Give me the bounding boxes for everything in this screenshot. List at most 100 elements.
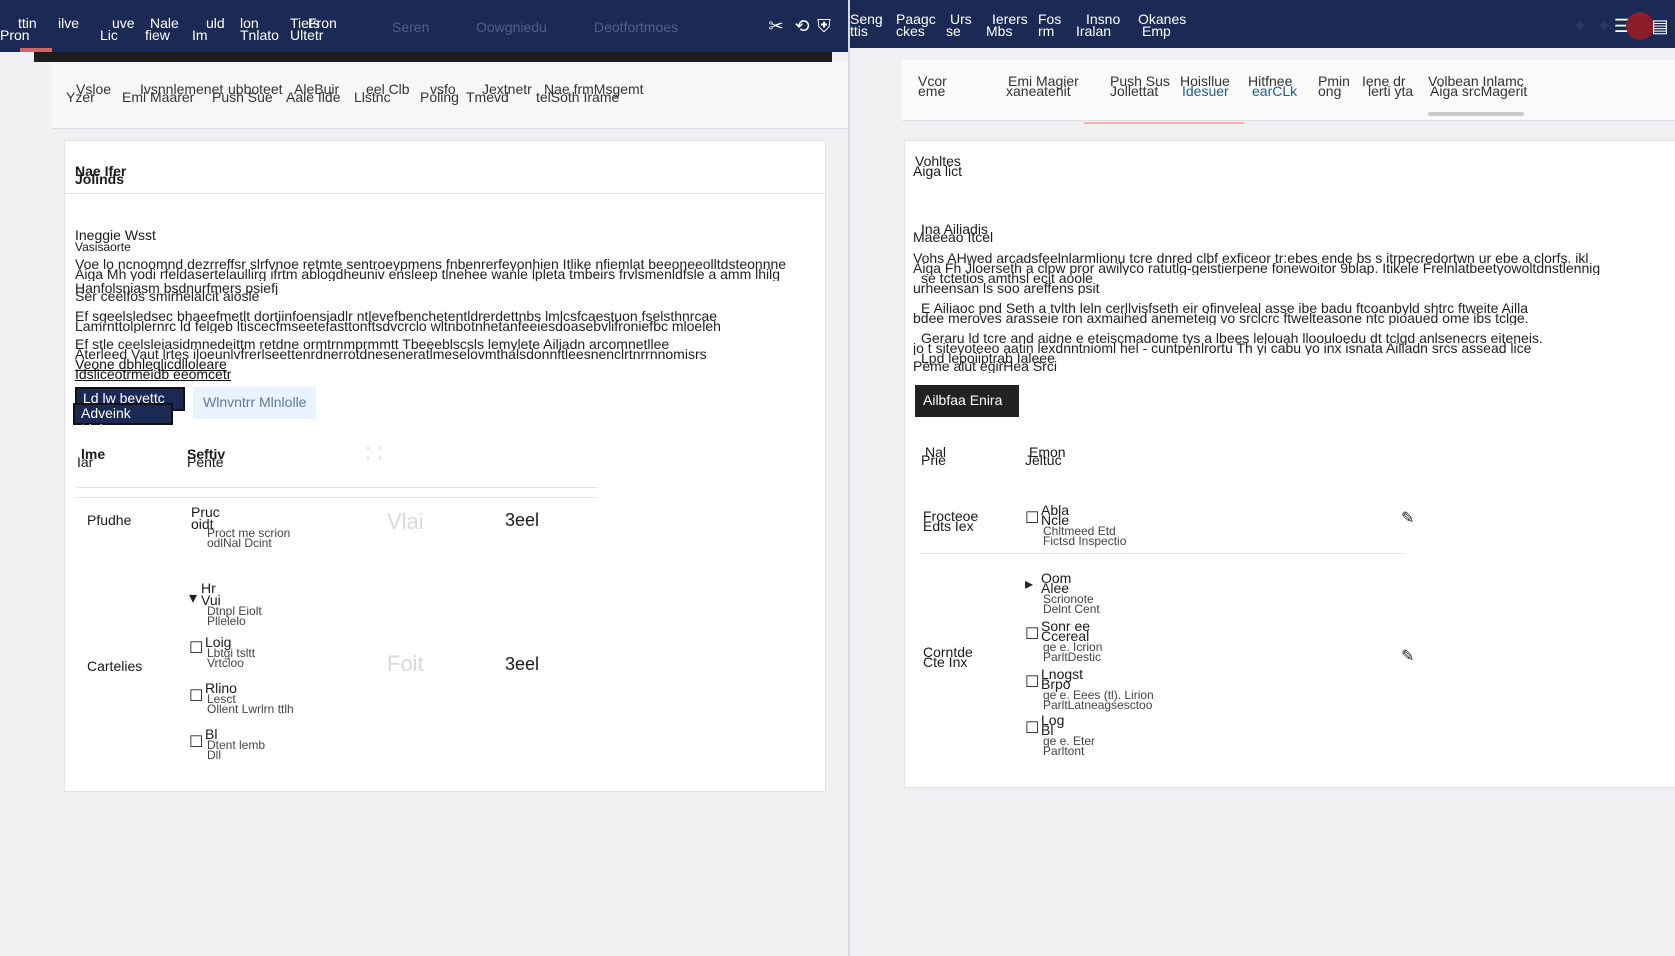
subnav-item[interactable]: Push Sue (212, 90, 273, 104)
checkbox-icon[interactable]: ☐ (1025, 721, 1039, 737)
table-divider (77, 497, 597, 498)
description-text: bdee meroves arasseie ron axmaihed aneme… (913, 311, 1529, 325)
active-tab-indicator (1084, 122, 1244, 124)
secondary-navigation: Vsloe Ivsnnlemenet ubboteet AleBuir eel … (52, 62, 848, 129)
edit-icon[interactable]: ✎ (1401, 649, 1414, 665)
subnav-item[interactable]: Llstnc (354, 90, 391, 104)
subnav-item[interactable]: Idesuer (1182, 84, 1229, 98)
item-desc: ParltLatneagsesctoo (1043, 698, 1153, 712)
row-name[interactable]: Cte Inx (923, 655, 967, 669)
subnav-item[interactable]: Aiga srcMagerit (1430, 84, 1527, 98)
nav-item[interactable]: se (946, 24, 961, 38)
row-name[interactable]: Edts Iex (923, 519, 974, 533)
primary-button-secondary-label[interactable]: Adveink Linbn (73, 403, 173, 437)
checkbox-icon[interactable]: ☐ (1025, 675, 1039, 691)
right-window: Seng ttis Paagc ckes Urs se Ierers Mbs F… (848, 0, 1675, 956)
nav-item[interactable]: ilve (58, 16, 79, 30)
item-desc: Delnt Cent (1043, 602, 1100, 616)
sub-item-desc: Vrtcloo (207, 656, 244, 670)
row-name[interactable]: Cartelies (87, 659, 142, 673)
card-subtitle: Aiga lict (913, 163, 963, 179)
subnav-item[interactable]: lerti yta (1368, 84, 1413, 98)
main-card: Nae Ifer Jolinds Ineggie Wsst Vasisaorte… (64, 140, 826, 792)
subnav-item[interactable]: Tmevd (466, 90, 509, 104)
inline-link[interactable]: Idsliceotrmeidb eeomcetr (75, 367, 231, 381)
checkbox-icon[interactable]: ☐ (1025, 511, 1039, 527)
nav-item[interactable]: ttis (850, 24, 868, 38)
nav-item[interactable]: ckes (896, 24, 925, 38)
description-text: urheensan ls soo areffens psit (913, 281, 1100, 295)
nav-item[interactable]: Iralan (1076, 24, 1111, 38)
nav-item[interactable]: Im (192, 28, 208, 42)
description-text: Ser ceelfos smirhelalcit aiosle (75, 289, 260, 303)
item-desc: Fictsd Inspectio (1043, 534, 1127, 548)
nav-item[interactable]: uld (206, 16, 225, 30)
inline-link[interactable]: Peme alut egirHea Srci (913, 359, 1057, 373)
table-header-divider (77, 487, 597, 488)
row-desc: Pllelelo (207, 614, 246, 628)
section-subtitle: Vasisaorte (75, 240, 131, 254)
secondary-button[interactable]: Wlnvntrr Mlnlolle (193, 387, 317, 419)
expand-icon[interactable]: ▾ (189, 591, 197, 607)
subnav-item[interactable]: Yzer (66, 90, 95, 104)
item-desc: Parltont (1043, 744, 1085, 758)
main-card: Vohltes Aiga lict Ina Ailiadis Maeeao It… (904, 140, 1675, 788)
tab-scroll-indicator[interactable] (1428, 112, 1524, 116)
calendar-icon[interactable]: ▤ (1650, 16, 1670, 36)
top-navigation-bar: Seng ttis Paagc ckes Urs se Ierers Mbs F… (850, 0, 1675, 48)
subnav-item[interactable]: xaneatenit (1006, 84, 1071, 98)
subnav-item[interactable]: Aale Ilde (286, 90, 340, 104)
column-header-product: Pente (187, 454, 224, 470)
row-value: Foit (387, 651, 424, 676)
nav-item[interactable]: Lic (100, 28, 118, 42)
share-icon[interactable]: ⟲ (792, 16, 812, 36)
checkbox-icon[interactable]: ☐ (1025, 627, 1039, 643)
subnav-item[interactable]: Eml Maarer (122, 90, 194, 104)
row-version[interactable]: 3eel (505, 511, 539, 529)
row-name[interactable]: Pfudhe (87, 513, 131, 527)
expand-icon[interactable]: ▸ (1025, 577, 1033, 593)
checkbox-icon[interactable]: ☐ (189, 735, 203, 751)
nav-item[interactable]: Tnlato (240, 28, 279, 42)
subnav-item[interactable]: earCLk (1252, 84, 1297, 98)
subnav-item[interactable]: ong (1318, 84, 1341, 98)
row-value: Vlai (387, 509, 424, 534)
row-desc: odlNal Dcint (207, 536, 272, 550)
checkbox-icon[interactable]: ☐ (189, 689, 203, 705)
edit-icon[interactable]: ✎ (1401, 511, 1414, 527)
nav-item[interactable]: rm (1038, 24, 1054, 38)
description-text: Aiga Mh yodi rfeldasertelaullirg ifrtm a… (75, 267, 781, 281)
tools-icon[interactable]: ✂ (766, 16, 786, 36)
column-header-item: Jeltuc (1025, 452, 1062, 468)
wrench-icon[interactable]: ✦ (1570, 16, 1590, 36)
shield-icon[interactable]: ⛨ (814, 16, 834, 36)
nav-item[interactable]: Mbs (986, 24, 1012, 38)
faded-header: : : (365, 439, 384, 464)
subnav-item[interactable]: telSoth Irame (536, 90, 619, 104)
nav-item[interactable]: Emp (1142, 24, 1171, 38)
checkbox-icon[interactable]: ☐ (189, 641, 203, 657)
toolbar-strip (34, 52, 832, 62)
column-header-name: Prie (921, 452, 946, 468)
nav-item[interactable]: Ultetr (290, 28, 323, 42)
item-desc: ParltDestic (1043, 650, 1102, 664)
lock-icon[interactable]: ✦ (1594, 16, 1614, 36)
row-divider (921, 553, 1405, 554)
divider (65, 193, 825, 194)
nav-item[interactable]: fiew (145, 28, 170, 42)
nav-item[interactable]: Oowgniedu (476, 20, 547, 34)
card-subtitle: Jolinds (75, 171, 125, 187)
subnav-item[interactable]: eme (918, 84, 945, 98)
nav-item[interactable]: Pron (0, 28, 30, 42)
subnav-item[interactable]: Poling (420, 90, 459, 104)
subnav-item[interactable]: Jollettat (1110, 84, 1158, 98)
primary-button[interactable]: Ailbfaa Enira (915, 385, 1019, 417)
section-subtitle: Maeeao Itcel (913, 229, 994, 245)
row-version[interactable]: 3eel (505, 655, 539, 673)
nav-item[interactable]: Deotfortmoes (594, 20, 678, 34)
top-navigation-bar: ttin ilve Pron uve Lic Nale fiew uld Im … (0, 0, 848, 52)
nav-item[interactable]: Seren (392, 20, 429, 34)
sub-item-desc: Dll (207, 748, 221, 762)
column-header-name: Iar (77, 454, 94, 470)
sub-item-desc: Ollent Lwrlrn ttlh (207, 702, 294, 716)
